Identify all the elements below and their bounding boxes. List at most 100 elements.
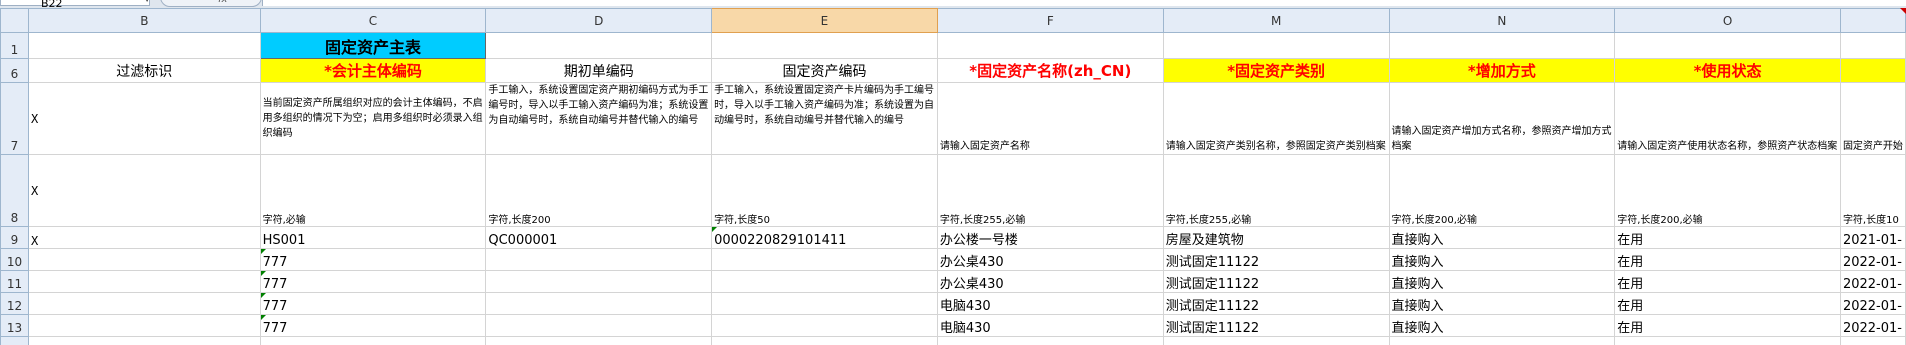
column-header-partial[interactable] (1839, 8, 1906, 33)
cell-description[interactable]: 固定资产开始 (1839, 82, 1906, 155)
cell-type[interactable]: 字符,长度255,必输 (1162, 154, 1390, 227)
cell[interactable] (936, 32, 1164, 59)
cell-type[interactable]: 字符,长度255,必输 (936, 154, 1164, 227)
column-header-m[interactable]: M (1162, 8, 1390, 33)
row-header[interactable]: 9 (0, 226, 29, 249)
cell-type[interactable]: 字符,长度10 (1839, 154, 1906, 227)
table-cell[interactable] (27, 336, 261, 345)
table-cell[interactable]: 777 (259, 248, 487, 271)
table-cell[interactable]: 777 (259, 292, 487, 315)
cell-type[interactable]: 字符,长度50 (711, 154, 938, 227)
table-cell[interactable]: 电脑430 (936, 314, 1164, 337)
table-cell[interactable]: 2022-01- (1839, 314, 1906, 337)
cell-flag[interactable]: X (27, 154, 261, 227)
column-header-d[interactable]: D (485, 8, 713, 33)
row-header[interactable]: 14 (0, 336, 29, 345)
table-cell[interactable]: 直接购入 (1388, 248, 1616, 271)
header-asset-name[interactable]: *固定资产名称(zh_CN) (936, 58, 1164, 83)
cell-description[interactable]: 请输入固定资产类别名称，参照固定资产类别档案 (1162, 82, 1390, 155)
table-cell[interactable]: 0000220829101411 (711, 226, 938, 249)
name-box-dropdown-icon[interactable]: ▼ (144, 0, 150, 3)
table-cell[interactable]: 办公桌430 (936, 248, 1164, 271)
row-header[interactable]: 12 (0, 292, 29, 315)
table-cell[interactable]: 直接购入 (1388, 270, 1616, 293)
table-cell[interactable] (27, 270, 261, 293)
header-addition-method[interactable]: *增加方式 (1388, 58, 1616, 83)
cell[interactable] (711, 32, 938, 59)
cell-description[interactable]: 请输入固定资产增加方式名称，参照资产增加方式档案 (1388, 82, 1616, 155)
table-cell[interactable]: 在用 (1614, 314, 1841, 337)
column-header-n[interactable]: N (1388, 8, 1616, 33)
table-cell[interactable] (27, 248, 261, 271)
table-cell[interactable]: 直接购入 (1388, 314, 1616, 337)
header-opening-code[interactable]: 期初单编码 (485, 58, 713, 83)
row-header[interactable]: 10 (0, 248, 29, 271)
table-cell[interactable]: 测试固定11122 (1162, 270, 1390, 293)
row-header[interactable]: 11 (0, 270, 29, 293)
cell-description[interactable]: 请输入固定资产名称 (936, 82, 1164, 155)
table-cell[interactable] (711, 292, 938, 315)
table-cell[interactable]: 测试固定11122 (1162, 292, 1390, 315)
table-cell[interactable]: 测试固定11122 (1162, 248, 1390, 271)
table-cell[interactable] (485, 248, 713, 271)
cell[interactable] (1162, 32, 1390, 59)
table-cell[interactable] (27, 292, 261, 315)
table-cell[interactable]: QC000001 (485, 226, 713, 249)
header-partial[interactable] (1839, 58, 1906, 83)
cell[interactable] (27, 32, 261, 59)
select-all-corner[interactable] (0, 8, 29, 33)
table-cell[interactable] (1388, 336, 1616, 345)
cell-type[interactable]: 字符,长度200,必输 (1614, 154, 1841, 227)
formula-input[interactable] (262, 0, 1906, 6)
row-header[interactable]: 1 (0, 32, 29, 59)
table-cell[interactable]: 2021-01- (1839, 226, 1906, 249)
table-cell[interactable]: 777 (259, 270, 487, 293)
column-header-o[interactable]: O (1614, 8, 1841, 33)
table-cell[interactable]: 房屋及建筑物 (1162, 226, 1390, 249)
header-asset-category[interactable]: *固定资产类别 (1162, 58, 1390, 83)
table-cell[interactable]: X (27, 226, 261, 249)
cell-description[interactable]: 请输入固定资产使用状态名称，参照资产状态档案 (1614, 82, 1841, 155)
cell-description[interactable]: 当前固定资产所属组织对应的会计主体编码，不启用多组织的情况下为空；启用多组织时必… (259, 82, 487, 155)
row-header[interactable]: 6 (0, 58, 29, 83)
table-cell[interactable] (485, 292, 713, 315)
row-header[interactable]: 7 (0, 82, 29, 155)
table-cell[interactable] (711, 336, 938, 345)
table-cell[interactable]: 办公桌430 (936, 270, 1164, 293)
table-cell[interactable]: 2022-01- (1839, 248, 1906, 271)
cell-description[interactable]: 手工输入，系统设置固定资产卡片编码为手工编号时，导入以手工输入资产编码为准；系统… (711, 82, 938, 155)
table-cell[interactable] (485, 336, 713, 345)
header-asset-code[interactable]: 固定资产编码 (711, 58, 938, 83)
sheet-title-cell[interactable]: 固定资产主表 (259, 32, 487, 59)
cell[interactable] (1839, 32, 1906, 59)
row-header[interactable]: 8 (0, 154, 29, 227)
cell[interactable] (1614, 32, 1841, 59)
column-header-f[interactable]: F (936, 8, 1164, 33)
column-header-e[interactable]: E (711, 8, 938, 33)
table-cell[interactable] (711, 270, 938, 293)
table-cell[interactable]: 在用 (1614, 248, 1841, 271)
cell[interactable] (485, 32, 713, 59)
table-cell[interactable]: 办公楼一号楼 (936, 226, 1164, 249)
column-header-b[interactable]: B (27, 8, 261, 33)
table-cell[interactable] (485, 314, 713, 337)
table-cell[interactable] (259, 336, 487, 345)
cell-type[interactable]: 字符,长度200,必输 (1388, 154, 1616, 227)
table-cell[interactable]: 直接购入 (1388, 226, 1616, 249)
cell-type[interactable]: 字符,必输 (259, 154, 487, 227)
table-cell[interactable] (711, 314, 938, 337)
cell-flag[interactable]: X (27, 82, 261, 155)
column-header-c[interactable]: C (259, 8, 487, 33)
header-usage-status[interactable]: *使用状态 (1614, 58, 1841, 83)
cell-type[interactable]: 字符,长度200 (485, 154, 713, 227)
cell-description[interactable]: 手工输入，系统设置固定资产期初编码方式为手工编号时，导入以手工输入资产编码为准；… (485, 82, 713, 155)
table-cell[interactable]: HS001 (259, 226, 487, 249)
table-cell[interactable]: 在用 (1614, 292, 1841, 315)
table-cell[interactable]: 在用 (1614, 226, 1841, 249)
table-cell[interactable]: 直接购入 (1388, 292, 1616, 315)
name-box[interactable]: B22 (0, 0, 150, 10)
cell[interactable] (1388, 32, 1616, 59)
table-cell[interactable]: 777 (259, 314, 487, 337)
fx-icon[interactable]: fx (218, 0, 227, 5)
header-entity-code[interactable]: *会计主体编码 (259, 58, 487, 83)
